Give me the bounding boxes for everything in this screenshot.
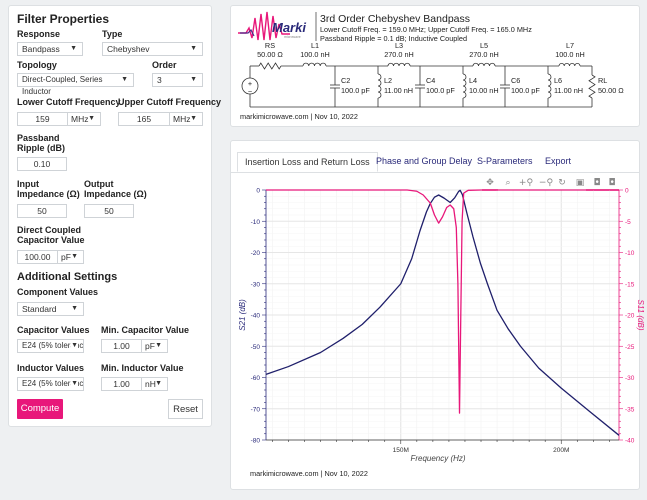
y-axis-title: S21 (dB) — [238, 299, 247, 331]
y-tick-label: -60 — [251, 375, 261, 382]
save-icon[interactable]: ▣ — [576, 178, 585, 188]
y-tick-label: -30 — [251, 281, 261, 288]
y-tick-label: -10 — [251, 219, 261, 226]
y-tick-label: -20 — [251, 250, 261, 257]
reset-icon[interactable]: ↻ — [558, 178, 566, 188]
y-tick-label: 0 — [256, 188, 260, 195]
box-zoom-icon[interactable]: ⌕ — [505, 178, 510, 188]
y2-tick-label: -35 — [625, 406, 635, 413]
zoom-out-icon[interactable]: −⚲ — [539, 178, 554, 188]
x-tick-label: 150M — [393, 447, 409, 454]
chart-footer: markimicrowave.com | Nov 10, 2022 — [250, 469, 368, 478]
y2-tick-label: 0 — [625, 188, 629, 195]
y-tick-label: -40 — [251, 313, 261, 320]
series-s11-line — [266, 189, 619, 414]
y2-tick-label: -15 — [625, 281, 635, 288]
y2-tick-label: -20 — [625, 313, 635, 320]
y-tick-label: -80 — [251, 438, 261, 445]
y-tick-label: -50 — [251, 344, 261, 351]
chart: ✥ ⌕ +⚲ −⚲ ↻ ▣ ◘ ◘ 0 -10 -20 -30 -40 -50 -60 -70 -80 0 -5 -… — [238, 178, 645, 478]
pan-icon[interactable]: ✥ — [486, 178, 494, 188]
zoom-in-icon[interactable]: +⚲ — [519, 178, 534, 188]
y2-tick-label: -25 — [625, 344, 635, 351]
x-axis-title: Frequency (Hz) — [410, 454, 465, 463]
y2-axis-title: S11 (dB) — [636, 300, 645, 331]
x-tick-label: 200M — [553, 447, 569, 454]
y2-tick-label: -30 — [625, 375, 635, 382]
y2-tick-label: -40 — [625, 438, 635, 445]
crosshair-icon[interactable]: ◘ — [608, 178, 615, 188]
series-s21-line — [265, 189, 620, 436]
hover-icon[interactable]: ◘ — [593, 178, 600, 188]
y2-tick-label: -10 — [625, 250, 635, 257]
y2-tick-label: -5 — [625, 219, 631, 226]
y-tick-label: -70 — [251, 406, 261, 413]
